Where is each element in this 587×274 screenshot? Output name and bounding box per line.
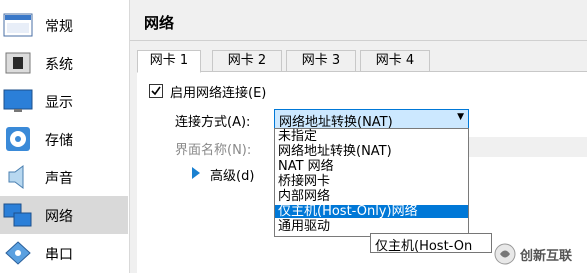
tab-adapter-3[interactable]: 网卡 3 xyxy=(286,50,356,72)
sidebar-item-label: 存储 xyxy=(45,133,73,149)
general-icon xyxy=(3,11,33,39)
tab-adapter-2[interactable]: 网卡 2 xyxy=(212,50,282,72)
sidebar-item-label: 常规 xyxy=(45,19,73,35)
title-divider xyxy=(130,40,587,41)
attached-to-dropdown-list: 未指定 网络地址转换(NAT) NAT 网络 桥接网卡 内部网络 仅主机(Hos… xyxy=(274,128,469,237)
sidebar-item-system[interactable]: 系统 xyxy=(0,44,128,82)
option-tooltip: 仅主机(Host-On xyxy=(370,233,492,253)
watermark: 创新互联 xyxy=(492,238,586,270)
dropdown-option-generic[interactable]: 通用驱动 xyxy=(275,220,468,233)
speaker-icon xyxy=(3,163,33,191)
sidebar-item-display[interactable]: 显示 xyxy=(0,82,128,120)
expand-arrow-icon[interactable] xyxy=(192,167,200,179)
tab-adapter-1[interactable]: 网卡 1 xyxy=(137,50,201,73)
sidebar-item-serial[interactable]: 串口 xyxy=(0,234,128,272)
watermark-logo-icon xyxy=(494,243,516,265)
tooltip-text: 仅主机(Host-On xyxy=(375,239,473,253)
dropdown-option-internal[interactable]: 内部网络 xyxy=(275,190,468,203)
enable-network-label: 启用网络连接(E) xyxy=(170,86,267,101)
interface-name-label: 界面名称(N): xyxy=(175,143,252,158)
attached-to-select[interactable]: 网络地址转换(NAT) ▼ xyxy=(274,109,469,130)
dropdown-option-host-only[interactable]: 仅主机(Host-Only)网络 xyxy=(275,205,468,218)
sidebar-item-label: 网络 xyxy=(45,209,73,225)
dropdown-option-bridged[interactable]: 桥接网卡 xyxy=(275,175,468,188)
chevron-down-icon: ▼ xyxy=(457,112,464,122)
settings-sidebar: 常规 系统 显示 存储 声音 网络 串口 xyxy=(0,0,130,273)
network-icon xyxy=(3,201,33,229)
enable-network-checkbox[interactable] xyxy=(149,84,163,98)
network-settings-panel: 网络 网卡 1 网卡 2 网卡 3 网卡 4 启用网络连接(E) 连接方式(A)… xyxy=(130,0,587,274)
sidebar-item-network[interactable]: 网络 xyxy=(0,196,128,234)
tab-adapter-4[interactable]: 网卡 4 xyxy=(360,50,430,72)
sidebar-item-label: 显示 xyxy=(45,95,73,111)
display-monitor-icon xyxy=(3,87,33,115)
sidebar-item-storage[interactable]: 存储 xyxy=(0,120,128,158)
attached-to-label: 连接方式(A): xyxy=(175,115,251,130)
dropdown-option-nat[interactable]: 网络地址转换(NAT) xyxy=(275,145,468,158)
advanced-toggle-label[interactable]: 高级(d) xyxy=(210,165,254,184)
sidebar-item-general[interactable]: 常规 xyxy=(0,6,128,44)
watermark-text: 创新互联 xyxy=(520,248,573,264)
sidebar-item-label: 声音 xyxy=(45,171,73,187)
serial-port-icon xyxy=(3,239,33,267)
interface-name-select[interactable] xyxy=(467,137,587,157)
sidebar-item-audio[interactable]: 声音 xyxy=(0,158,128,196)
system-chip-icon xyxy=(3,49,33,77)
checkmark-icon xyxy=(151,86,161,96)
storage-disc-icon xyxy=(3,125,33,153)
dropdown-option-not-attached[interactable]: 未指定 xyxy=(275,130,468,143)
dropdown-option-nat-network[interactable]: NAT 网络 xyxy=(275,160,468,173)
sidebar-item-label: 系统 xyxy=(45,57,73,73)
sidebar-item-label: 串口 xyxy=(45,247,73,263)
page-title: 网络 xyxy=(144,14,175,32)
